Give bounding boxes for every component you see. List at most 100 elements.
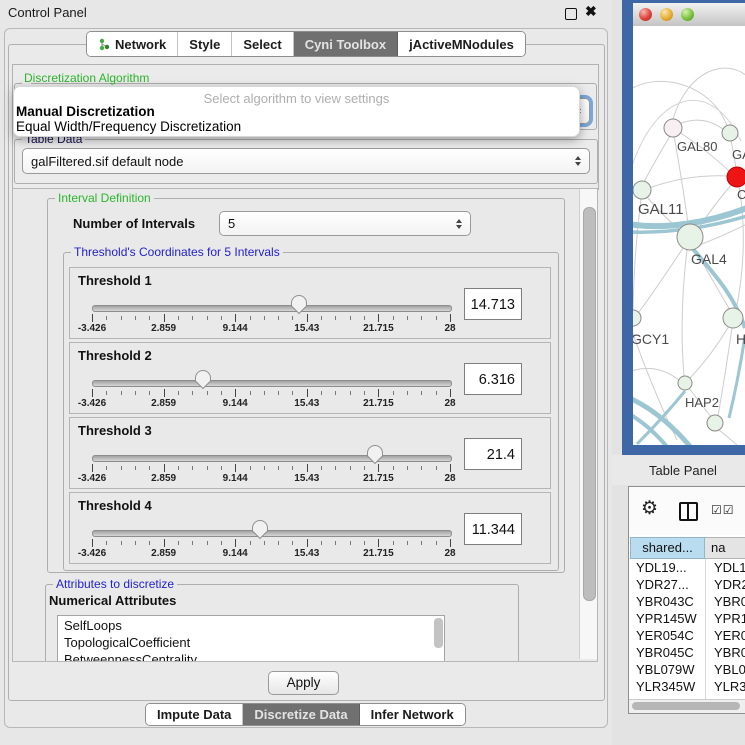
tick-label: -3.426 <box>78 323 106 334</box>
cell-name[interactable]: YBR0 <box>714 594 745 609</box>
table-row[interactable]: YBR043C YBR0 <box>630 593 745 610</box>
column-header-shared-name[interactable]: shared... <box>630 537 705 559</box>
cell-shared-name[interactable]: YBR043C <box>636 594 694 609</box>
cell-name[interactable]: YBL0 <box>714 662 745 677</box>
minimize-window-icon[interactable] <box>660 8 673 21</box>
network-node[interactable] <box>678 376 692 390</box>
scrollbar-track[interactable] <box>579 189 598 659</box>
tick-mark <box>149 466 150 470</box>
network-node[interactable] <box>722 125 738 141</box>
columns-icon[interactable] <box>679 502 698 521</box>
table-row[interactable]: YER054C YER0 <box>630 627 745 644</box>
cell-name[interactable]: YDR2 <box>714 577 745 592</box>
threshold-slider[interactable]: -3.4262.8599.14415.4321.71528 <box>92 493 450 565</box>
table-data-combobox[interactable]: galFiltered.sif default node <box>22 148 590 174</box>
network-edge <box>718 328 732 416</box>
close-icon[interactable]: ✖ <box>585 3 597 20</box>
dropdown-option-equal-width-frequency[interactable]: Equal Width/Frequency Discretization <box>16 119 241 134</box>
close-window-icon[interactable] <box>639 8 652 21</box>
tick-label: 15.43 <box>294 473 319 484</box>
slider-ticks <box>92 464 450 473</box>
number-of-intervals-combobox[interactable]: 5 <box>219 211 471 236</box>
network-node[interactable] <box>633 310 641 326</box>
threshold-slider[interactable]: -3.4262.8599.14415.4321.71528 <box>92 418 450 490</box>
table-row[interactable]: YDR27... YDR2 <box>630 576 745 593</box>
scrollbar-thumb[interactable] <box>583 207 596 601</box>
threshold-slider[interactable]: -3.4262.8599.14415.4321.71528 <box>92 268 450 340</box>
slider-thumb[interactable] <box>251 519 269 540</box>
checkbox-icons[interactable]: ☑☑ <box>711 503 735 517</box>
apply-button[interactable]: Apply <box>268 671 339 695</box>
threshold-value-field[interactable]: 11.344 <box>464 513 522 545</box>
list-scrollbar-thumb[interactable] <box>434 618 443 648</box>
network-graph[interactable]: GAL80GACGAL11GAL4GCY1HHAP2 <box>633 26 745 445</box>
cell-shared-name[interactable]: YLR345W <box>636 679 695 694</box>
table-row[interactable]: YBR045C YBR0 <box>630 644 745 661</box>
network-edge <box>633 368 679 380</box>
slider-track[interactable] <box>92 455 452 462</box>
cell-shared-name[interactable]: YER054C <box>636 628 694 643</box>
threshold-value-field[interactable]: 14.713 <box>464 288 522 320</box>
numerical-attributes-list[interactable]: SelfLoops TopologicalCoefficient Betweenne… <box>57 615 445 662</box>
gear-icon[interactable]: ⚙ <box>641 497 658 520</box>
threshold-panel: Threshold 1 -3.4262.8599.14415.4321.7152… <box>69 267 551 339</box>
attribute-list-item[interactable]: BetweennessCentrality <box>64 652 197 662</box>
slider-track[interactable] <box>92 305 452 312</box>
slider-thumb[interactable] <box>366 444 384 465</box>
tab-impute-data[interactable]: Impute Data <box>146 704 243 725</box>
network-icon <box>98 38 110 51</box>
tick-mark <box>235 314 236 322</box>
table-row[interactable]: YBL079W YBL0 <box>630 661 745 678</box>
network-node[interactable] <box>707 415 723 431</box>
horizontal-scrollbar-thumb[interactable] <box>632 702 740 710</box>
tick-mark <box>378 389 379 397</box>
tab-cyni-toolbox[interactable]: Cyni Toolbox <box>294 32 398 56</box>
tick-mark <box>106 466 107 470</box>
tab-discretize-data[interactable]: Discretize Data <box>243 704 359 725</box>
cell-shared-name[interactable]: YDL19... <box>636 560 687 575</box>
threshold-value-field[interactable]: 6.316 <box>464 363 522 395</box>
cell-name[interactable]: YDL1 <box>714 560 745 575</box>
tab-style[interactable]: Style <box>178 32 232 56</box>
network-node[interactable] <box>723 308 743 328</box>
tick-mark <box>407 541 408 545</box>
column-header-name[interactable]: na <box>705 537 745 559</box>
attribute-list-item[interactable]: SelfLoops <box>64 618 122 633</box>
table-row[interactable]: YLR345W YLR3 <box>630 678 745 695</box>
tick-mark <box>164 464 165 472</box>
cell-name[interactable]: YBR0 <box>714 645 745 660</box>
slider-track[interactable] <box>92 380 452 387</box>
cell-shared-name[interactable]: YDR27... <box>636 577 689 592</box>
network-window-titlebar[interactable] <box>633 3 745 27</box>
network-node[interactable] <box>633 181 651 199</box>
tab-infer-network[interactable]: Infer Network <box>360 704 465 725</box>
tick-mark <box>436 541 437 545</box>
slider-track[interactable] <box>92 530 452 537</box>
cell-name[interactable]: YLR3 <box>714 679 745 694</box>
cell-shared-name[interactable]: YBR045C <box>636 645 694 660</box>
cell-shared-name[interactable]: YPR145W <box>636 611 697 626</box>
cell-shared-name[interactable]: YBL079W <box>636 662 695 677</box>
tab-select[interactable]: Select <box>232 32 293 56</box>
threshold-value-field[interactable]: 21.4 <box>464 438 522 470</box>
slider-thumb[interactable] <box>290 294 308 315</box>
table-row[interactable]: YPR145W YPR1 <box>630 610 745 627</box>
dropdown-option-manual-discretization[interactable]: Manual Discretization <box>16 104 155 119</box>
tab-jactivemnodules[interactable]: jActiveMNodules <box>398 32 525 56</box>
horizontal-scrollbar-track[interactable] <box>629 699 745 713</box>
tick-mark <box>393 391 394 395</box>
network-node[interactable] <box>677 224 703 250</box>
slider-thumb[interactable] <box>194 369 212 390</box>
tick-mark <box>307 539 308 547</box>
threshold-slider[interactable]: -3.4262.8599.14415.4321.71528 <box>92 343 450 415</box>
network-node[interactable] <box>727 167 745 187</box>
cell-name[interactable]: YER0 <box>714 628 745 643</box>
zoom-window-icon[interactable] <box>681 8 694 21</box>
float-panel-icon[interactable] <box>565 8 577 20</box>
tab-network[interactable]: Network <box>87 32 178 56</box>
table-row[interactable]: YDL19... YDL1 <box>630 559 745 576</box>
network-node[interactable] <box>664 119 682 137</box>
network-canvas[interactable]: GAL80GACGAL11GAL4GCY1HHAP2 <box>633 26 745 445</box>
cell-name[interactable]: YPR1 <box>714 611 745 626</box>
attribute-list-item[interactable]: TopologicalCoefficient <box>64 635 190 650</box>
